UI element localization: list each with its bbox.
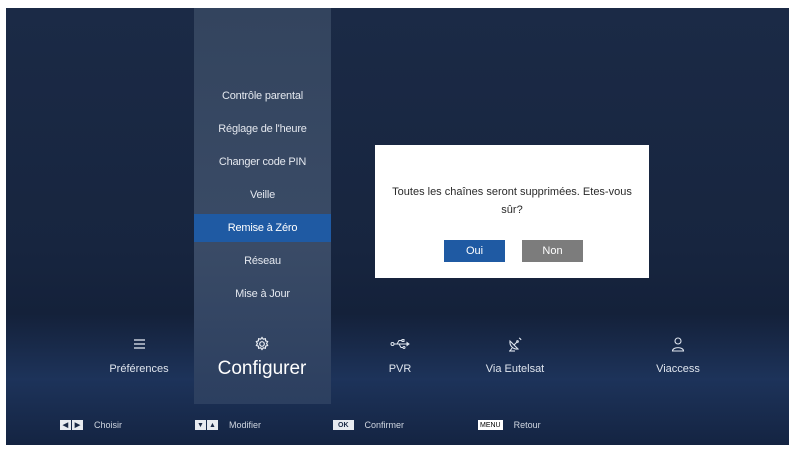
ok-key-label: OK [333,420,354,430]
menu-item-network[interactable]: Réseau [194,247,331,275]
category-label: Préférences [109,363,169,375]
menu-item-change-pin[interactable]: Changer code PIN [194,148,331,176]
menu-item-label: Réseau [244,255,281,267]
menu-item-label: Réglage de l'heure [218,123,307,135]
hint-choose: ◀ ▶ Choisir [60,420,122,430]
menu-item-label: Veille [249,189,276,201]
hint-confirm-label: Confirmer [364,420,405,430]
hint-confirm: OK Confirmer [333,420,404,430]
category-via-eutelsat[interactable]: Via Eutelsat [450,333,580,375]
arrow-left-icon: ◀ [60,420,71,430]
up-down-keys: ▼ ▲ [195,420,219,430]
list-icon [132,333,146,355]
dialog-message-line-2: sûr? [501,204,523,216]
dialog-message: Toutes les chaînes seront supprimées. Et… [385,183,639,219]
key-hints-bar: ◀ ▶ Choisir ▼ ▲ Modifier OK Confirmer ME… [6,404,789,445]
category-label: PVR [388,363,412,375]
gear-icon [254,333,270,355]
menu-item-label: Remise à Zéro [227,222,298,234]
menu-item-label: Changer code PIN [218,156,307,168]
arrow-up-icon: ▲ [207,420,218,430]
hint-back: MENU Retour [478,420,541,430]
hint-modify: ▼ ▲ Modifier [195,420,261,430]
arrow-down-icon: ▼ [195,420,206,430]
category-viaccess[interactable]: Viaccess [613,333,743,375]
tv-screen: Contrôle parental Réglage de l'heure Cha… [6,8,789,445]
no-button[interactable]: Non [522,240,583,262]
menu-item-label: Contrôle parental [222,90,303,102]
category-preferences[interactable]: Préférences [74,333,204,375]
hint-back-label: Retour [513,420,541,430]
confirm-reset-dialog: Toutes les chaînes seront supprimées. Et… [375,145,649,278]
usb-icon [390,333,410,355]
menu-item-label: Mise à Jour [235,288,290,300]
menu-item-time-setting[interactable]: Réglage de l'heure [194,115,331,143]
menu-item-factory-reset[interactable]: Remise à Zéro [194,214,331,242]
menu-item-parental-control[interactable]: Contrôle parental [194,82,331,110]
ok-key: OK [333,420,355,430]
user-icon [671,333,685,355]
left-right-keys: ◀ ▶ [60,420,84,430]
category-label: Configurer [217,358,307,379]
dialog-message-line-1: Toutes les chaînes seront supprimées. Et… [392,186,632,198]
menu-key: MENU [478,420,504,430]
hint-choose-label: Choisir [94,420,123,430]
category-label: Viaccess [656,363,700,375]
category-configure[interactable]: Configurer [197,333,327,380]
menu-item-update[interactable]: Mise à Jour [194,280,331,308]
yes-button[interactable]: Oui [444,240,505,262]
menu-item-standby[interactable]: Veille [194,181,331,209]
hint-modify-label: Modifier [229,420,262,430]
satellite-icon [507,333,523,355]
category-pvr[interactable]: PVR [335,333,465,375]
arrow-right-icon: ▶ [72,420,83,430]
menu-key-label: MENU [478,420,503,430]
category-label: Via Eutelsat [485,363,545,375]
